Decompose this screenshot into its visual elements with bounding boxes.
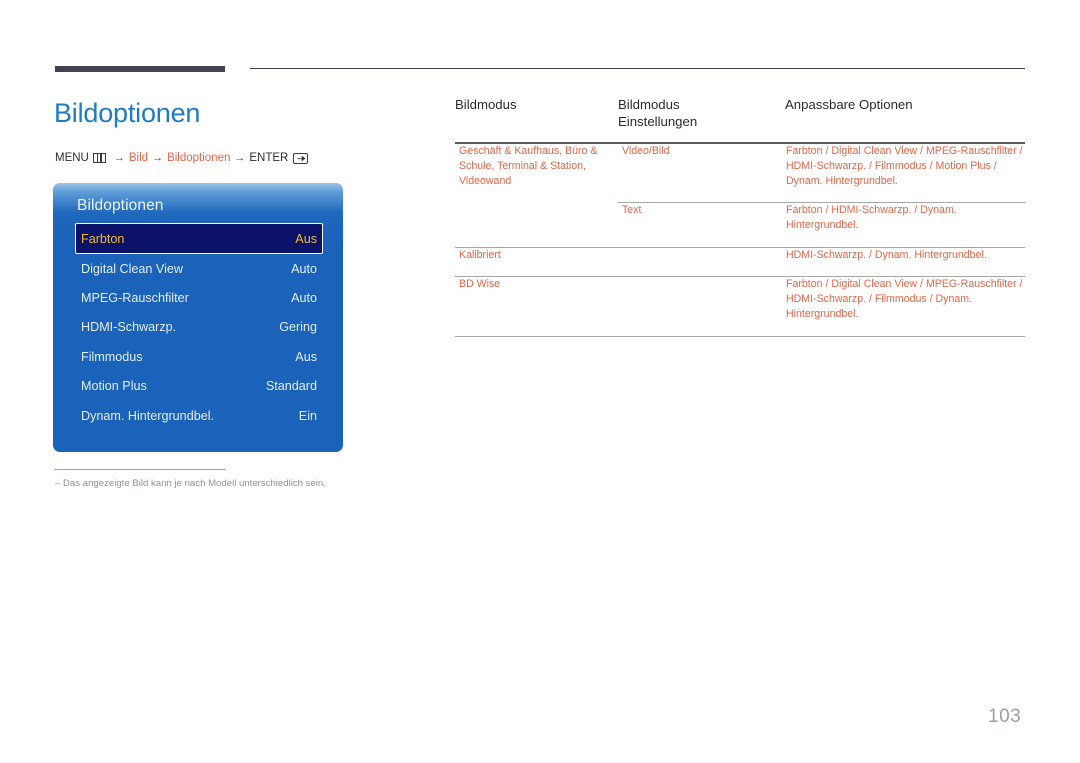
breadcrumb-step-bildoptionen: Bildoptionen	[167, 152, 231, 164]
table-cell-einstellungen: Text	[622, 204, 642, 216]
table-row: Kalibriert HDMI-Schwarzp. / Dynam. Hinte…	[455, 248, 1025, 276]
footnote-text: – Das angezeigte Bild kann je nach Model…	[55, 478, 326, 489]
header-rule-thick	[55, 66, 225, 72]
table-row: BD Wise Farbton / Digital Clean View / M…	[455, 277, 1025, 336]
table-header-row: Bildmodus Bildmodus Einstellungen Anpass…	[455, 96, 1025, 140]
osd-item-label: Dynam. Hintergrundbel.	[81, 408, 214, 423]
footnote-divider	[55, 469, 225, 470]
document-page: Bildoptionen MENU → Bild → Bildoptionen …	[0, 0, 1080, 763]
osd-menu-list: Farbton Aus Digital Clean View Auto MPEG…	[75, 223, 323, 430]
table-cell-optionen: Farbton / Digital Clean View / MPEG-Raus…	[786, 145, 1023, 187]
header-rule-thin	[250, 68, 1025, 69]
osd-item-label: HDMI-Schwarzp.	[81, 320, 177, 335]
osd-item-mpeg-rauschfilter[interactable]: MPEG-Rauschfilter Auto	[75, 283, 323, 312]
table-cell-bildmodus: BD Wise	[459, 278, 501, 290]
menu-grid-icon	[92, 153, 106, 163]
osd-item-value: Auto	[291, 261, 317, 276]
breadcrumb-arrow-3: →	[234, 152, 246, 164]
table-header-line-1: Bildmodus	[618, 97, 680, 112]
breadcrumb-step-bild: Bild	[128, 152, 149, 164]
breadcrumb-arrow-2: →	[152, 152, 164, 164]
osd-item-value: Ein	[298, 408, 317, 423]
page-number: 103	[988, 706, 1022, 727]
table-row: Text Farbton / HDMI-Schwarzp. / Dynam. H…	[455, 203, 1025, 247]
table-header-line-2: Einstellungen	[618, 114, 698, 129]
table-cell-bildmodus: Geschäft & Kaufhaus, Büro & Schule, Term…	[459, 145, 598, 187]
osd-item-value: Standard	[265, 379, 317, 394]
osd-item-value: Aus	[295, 349, 317, 364]
osd-menu-panel: Bildoptionen Farbton Aus Digital Clean V…	[53, 183, 343, 452]
osd-item-digital-clean-view[interactable]: Digital Clean View Auto	[75, 254, 323, 283]
table-cell-optionen: Farbton / Digital Clean View / MPEG-Raus…	[786, 278, 1023, 320]
osd-item-label: Filmmodus	[81, 349, 143, 364]
osd-item-farbton[interactable]: Farbton Aus	[75, 223, 323, 254]
osd-item-filmmodus[interactable]: Filmmodus Aus	[75, 342, 323, 371]
table-header-bildmodus: Bildmodus	[455, 97, 517, 112]
osd-item-motion-plus[interactable]: Motion Plus Standard	[75, 372, 323, 401]
osd-item-label: MPEG-Rauschfilter	[81, 291, 189, 306]
table-cell-optionen: Farbton / HDMI-Schwarzp. / Dynam. Hinter…	[786, 204, 957, 231]
table-header-anpassbare-optionen: Anpassbare Optionen	[785, 97, 913, 112]
table-cell-einstellungen: Video/Bild	[622, 145, 670, 157]
osd-item-label: Farbton	[81, 231, 125, 246]
breadcrumb-enter-label: ENTER	[249, 152, 289, 164]
table-bottom-border	[455, 336, 1025, 337]
osd-item-hdmi-schwarzp[interactable]: HDMI-Schwarzp. Gering	[75, 313, 323, 342]
osd-item-value: Aus	[295, 231, 317, 246]
table-cell-optionen: HDMI-Schwarzp. / Dynam. Hintergrundbel.	[786, 249, 987, 261]
osd-item-label: Motion Plus	[81, 379, 147, 394]
enter-key-icon	[293, 152, 309, 164]
osd-item-value: Gering	[279, 320, 317, 335]
osd-item-value: Auto	[291, 291, 317, 306]
breadcrumb-arrow-1: →	[113, 152, 125, 164]
options-table: Bildmodus Bildmodus Einstellungen Anpass…	[455, 96, 1025, 337]
osd-item-label: Digital Clean View	[81, 261, 183, 276]
table-cell-bildmodus: Kalibriert	[459, 249, 501, 261]
breadcrumb: MENU → Bild → Bildoptionen → ENTER	[55, 152, 309, 164]
table-header-bildmodus-einstellungen: Bildmodus Einstellungen	[618, 96, 778, 130]
breadcrumb-menu-label: MENU	[55, 152, 89, 164]
table-row: Geschäft & Kaufhaus, Büro & Schule, Term…	[455, 144, 1025, 202]
osd-panel-title: Bildoptionen	[77, 197, 164, 214]
page-title: Bildoptionen	[54, 98, 201, 128]
osd-item-dynam-hintergrundbel[interactable]: Dynam. Hintergrundbel. Ein	[75, 401, 323, 430]
